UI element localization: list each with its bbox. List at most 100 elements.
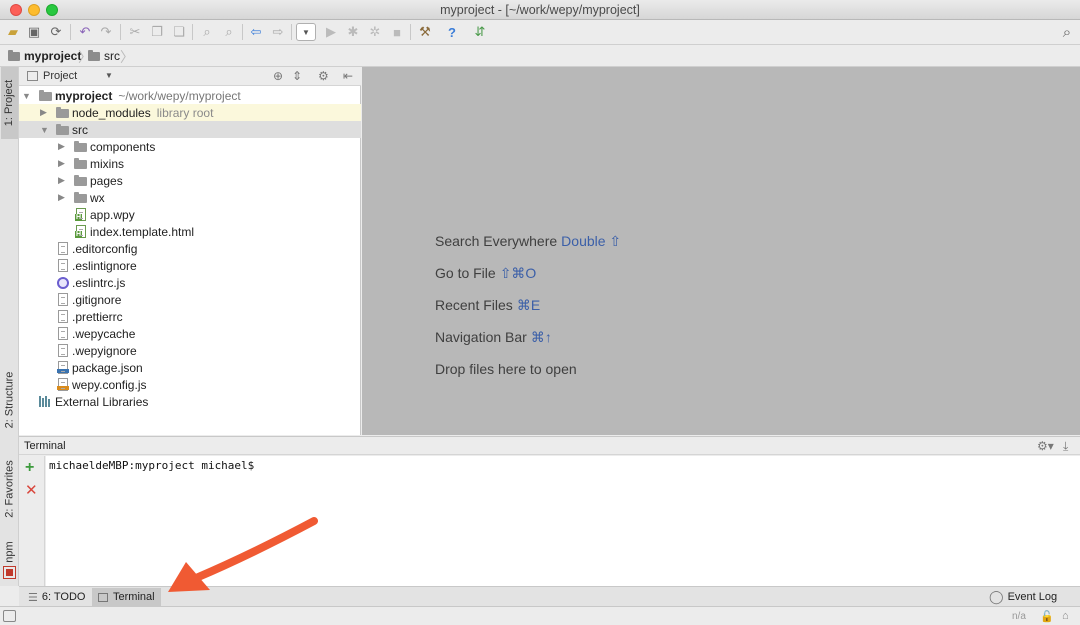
tool-windows-toggle-icon[interactable] [3, 610, 16, 622]
collapse-all-icon[interactable]: ⇕ [292, 69, 302, 83]
help-icon[interactable]: ? [443, 23, 461, 41]
tree-node-pages[interactable]: ▶ pages [19, 172, 361, 189]
tree-node-gitignore[interactable]: .gitignore [19, 291, 361, 308]
tab-project[interactable]: 1: Project [1, 67, 18, 139]
tree-node-wx[interactable]: ▶ wx [19, 189, 361, 206]
tree-node-index-template-html[interactable]: index.template.html [19, 223, 361, 240]
tree-node-app-wpy[interactable]: app.wpy [19, 206, 361, 223]
tree-node-wepyignore[interactable]: .wepyignore [19, 342, 361, 359]
tab-terminal[interactable]: Terminal [92, 588, 161, 606]
search-everywhere-icon[interactable]: ⌕ [1058, 23, 1076, 41]
open-folder-icon[interactable]: ▰ [4, 23, 22, 41]
hint-navigation-bar: Navigation Bar ⌘↑ [435, 329, 552, 345]
lock-icon[interactable]: 🔓 [1040, 610, 1054, 623]
text-file-icon [58, 327, 68, 340]
new-session-icon[interactable]: + [25, 459, 34, 477]
breadcrumb-myproject[interactable]: myproject [8, 49, 81, 63]
vcs-icon[interactable]: ⇵ [471, 23, 489, 41]
collapsed-arrow-icon[interactable]: ▶ [58, 192, 65, 203]
tree-node-mixins[interactable]: ▶ mixins [19, 155, 361, 172]
close-session-icon[interactable]: ✕ [25, 481, 38, 499]
folder-icon [74, 175, 87, 186]
tree-node-myproject[interactable]: ▼ myproject ~/work/wepy/myproject [19, 87, 361, 104]
terminal-prompt: michaeldeMBP:myproject michael$ [49, 459, 255, 472]
expand-arrow-icon[interactable]: ▼ [40, 125, 49, 135]
breadcrumb-separator-icon: 〉 [120, 49, 134, 65]
folder-icon [74, 158, 87, 169]
tree-node-src[interactable]: ▼ src [19, 121, 361, 138]
terminal-icon [98, 592, 108, 602]
event-log-button[interactable]: ◯ Event Log [983, 588, 1063, 606]
collapsed-arrow-icon[interactable]: ▶ [58, 141, 65, 152]
tree-node-node-modules[interactable]: ▶ node_modules library root [19, 104, 361, 121]
copy-icon[interactable]: ❐ [148, 23, 166, 41]
gear-icon[interactable]: ⚙▾ [1037, 439, 1054, 453]
run-icon[interactable]: ▶ [322, 23, 340, 41]
locate-icon[interactable]: ⊕ [273, 69, 283, 83]
paste-icon[interactable]: ❏ [170, 23, 188, 41]
title-bar: myproject - [~/work/wepy/myproject] [0, 0, 1080, 20]
window-title: myproject - [~/work/wepy/myproject] [440, 3, 640, 17]
folder-icon [39, 90, 52, 101]
tab-structure[interactable]: 2: Structure [1, 362, 18, 438]
tree-node-external-libraries[interactable]: External Libraries [19, 393, 361, 410]
tree-node-wepycache[interactable]: .wepycache [19, 325, 361, 342]
tree-node-eslintignore[interactable]: .eslintignore [19, 257, 361, 274]
editor-empty-area[interactable]: Search Everywhere Double ⇧ Go to File ⇧⌘O … [362, 67, 1080, 435]
library-icon [39, 396, 51, 407]
find-icon[interactable]: ⌕ [198, 23, 216, 41]
navigation-bar: myproject 〉 src 〉 [0, 45, 1080, 67]
collapsed-arrow-icon[interactable]: ▶ [40, 107, 47, 118]
coverage-icon[interactable]: ✲ [366, 23, 384, 41]
main-toolbar: ▰ ▣ ⟳ ↶ ↷ ✂ ❐ ❏ ⌕ ⌕ ⇦ ⇨ ▼ ▶ ✱ ✲ ■ ⚒ ? ⇵ … [0, 20, 1080, 45]
tree-node-components[interactable]: ▶ components [19, 138, 361, 155]
chevron-down-icon[interactable]: ▼ [105, 71, 113, 80]
hint-search-everywhere: Search Everywhere Double ⇧ [435, 233, 622, 249]
stop-icon[interactable]: ■ [388, 23, 406, 41]
project-view-selector[interactable]: Project [27, 70, 77, 82]
caret-position: n/a [1012, 611, 1026, 622]
event-log-icon: ◯ [989, 589, 1004, 604]
tree-node-prettierrc[interactable]: .prettierrc [19, 308, 361, 325]
collapsed-arrow-icon[interactable]: ▶ [58, 158, 65, 169]
bottom-tool-bar: ☰ 6: TODO Terminal ◯ Event Log [19, 586, 1080, 606]
terminal-content[interactable]: michaeldeMBP:myproject michael$ [46, 456, 1080, 586]
hide-panel-icon[interactable]: ⤓ [1063, 439, 1068, 454]
tab-favorites[interactable]: 2: Favorites [1, 451, 18, 527]
replace-icon[interactable]: ⌕ [220, 23, 238, 41]
save-icon[interactable]: ▣ [25, 23, 43, 41]
tree-node-editorconfig[interactable]: .editorconfig [19, 240, 361, 257]
tree-node-wepy-config-js[interactable]: wepy.config.js [19, 376, 361, 393]
tree-node-eslintrc-js[interactable]: .eslintrc.js [19, 274, 361, 291]
npm-icon [3, 566, 16, 579]
js-file-icon [57, 378, 69, 391]
text-file-icon [58, 310, 68, 323]
gear-icon[interactable]: ⚙ [318, 69, 329, 83]
eslint-file-icon [57, 277, 69, 289]
tab-todo[interactable]: ☰ 6: TODO [22, 588, 91, 606]
breadcrumb-src[interactable]: src [88, 49, 120, 63]
todo-icon: ☰ [28, 591, 38, 604]
folder-icon [74, 141, 87, 152]
hide-panel-icon[interactable]: ⇤ [343, 69, 353, 83]
text-file-icon [58, 344, 68, 357]
run-config-dropdown[interactable]: ▼ [296, 23, 316, 41]
json-file-icon [57, 361, 69, 374]
hint-recent-files: Recent Files ⌘E [435, 297, 541, 313]
left-tool-strip: 1: Project 2: Structure 2: Favorites npm [0, 67, 19, 586]
redo-icon[interactable]: ↷ [97, 23, 115, 41]
folder-icon [74, 192, 87, 203]
html-file-icon [75, 225, 86, 238]
tab-npm[interactable]: npm [1, 537, 18, 567]
collapsed-arrow-icon[interactable]: ▶ [58, 175, 65, 186]
tree-node-package-json[interactable]: package.json [19, 359, 361, 376]
forward-icon[interactable]: ⇨ [269, 23, 287, 41]
debug-icon[interactable]: ✱ [344, 23, 362, 41]
undo-icon[interactable]: ↶ [76, 23, 94, 41]
cut-icon[interactable]: ✂ [126, 23, 144, 41]
sync-icon[interactable]: ⟳ [47, 23, 65, 41]
back-icon[interactable]: ⇦ [247, 23, 265, 41]
expand-arrow-icon[interactable]: ▼ [22, 91, 31, 101]
project-structure-icon[interactable]: ⚒ [416, 23, 434, 41]
notifications-icon[interactable]: ⌂ [1062, 610, 1069, 622]
